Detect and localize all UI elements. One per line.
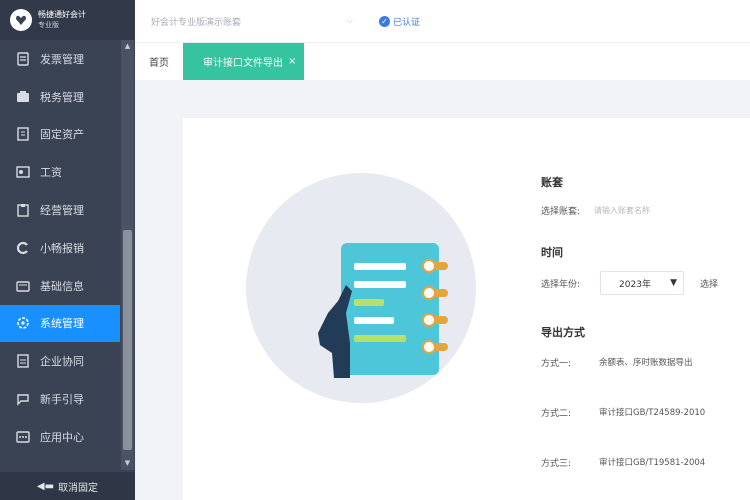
close-icon[interactable]: × [288,56,296,67]
sidebar-item-operation[interactable]: 经营管理 [0,191,120,229]
unpin-label: 取消固定 [58,482,99,494]
sidebar-item-label: 企业协同 [40,355,84,369]
sidebar-item-label: 工资 [40,166,62,180]
sidebar-item-salary[interactable]: 工资 [0,153,120,191]
sidebar-nav: 发票管理 税务管理 固定资产 工资 经营管理 小畅报销 基础信息 系统管理 企业… [0,40,120,456]
option-desc: 审计接口GB/T19581-2004 [599,458,706,468]
option-label: 方式二: [541,408,572,419]
sidebar-item-label: 新手引导 [40,393,84,407]
sidebar-item-label: 发票管理 [40,52,84,66]
sidebar-item-asset[interactable]: 固定资产 [0,116,120,154]
tab-bar: 首页 审计接口文件导出 × [135,42,750,80]
sidebar-item-label: 税务管理 [40,90,84,104]
invoice-icon [16,52,30,66]
salary-icon [16,165,30,179]
sidebar-scrollbar[interactable]: ▲ ▼ [121,40,134,470]
sidebar-item-system[interactable]: 系统管理 [0,304,120,343]
section-title-account-set: 账套 [541,176,563,189]
verified-badge[interactable]: ✓ 已认证 [379,15,420,28]
export-card: 账套 选择账套: 请输入账套名称 时间 选择年份: 2023年 ▼ 选择 导出方… [183,118,750,500]
sidebar-item-basic-info[interactable]: 基础信息 [0,267,120,305]
export-form: 账套 选择账套: 请输入账套名称 时间 选择年份: 2023年 ▼ 选择 导出方… [541,174,750,470]
year-row: 选择年份: 2023年 ▼ 选择 [541,270,750,296]
sidebar-item-label: 经营管理 [40,204,84,218]
tab-label: 首页 [149,58,169,69]
verified-label: 已认证 [393,17,421,28]
period-label: 选择 [700,279,719,290]
logo-bar[interactable]: 畅捷通好会计 专业版 [0,0,135,40]
tab-home[interactable]: 首页 [135,43,183,80]
account-set-value: 好会计专业版演示账套 [151,17,242,28]
option-label: 方式三: [541,458,572,469]
verified-icon: ✓ [379,15,390,27]
sidebar-item-label: 应用中心 [40,430,84,444]
operation-icon [16,203,30,217]
account-set-label: 选择账套: [541,206,581,217]
section-title-export-method: 导出方式 [541,326,585,339]
export-option-1[interactable]: 方式一: 余额表、序时账数据导出 [541,354,750,370]
notebook-illustration [246,173,476,403]
account-set-dropdown[interactable]: 好会计专业版演示账套 ⌵ [147,8,357,34]
account-set-row: 选择账套: 请输入账套名称 [541,202,750,218]
scrollbar-thumb[interactable] [123,230,132,450]
logo-icon [10,9,32,31]
asset-icon [16,127,30,142]
reimburse-icon [16,241,30,255]
sidebar: 畅捷通好会计 专业版 发票管理 税务管理 固定资产 工资 经营管理 小畅报销 基… [0,0,135,500]
guide-icon [16,392,30,406]
option-desc: 审计接口GB/T24589-2010 [599,408,706,418]
account-set-input[interactable]: 请输入账套名称 [594,205,650,216]
export-option-2[interactable]: 方式二: 审计接口GB/T24589-2010 [541,404,750,420]
year-label: 选择年份: [541,279,581,290]
year-value: 2023年 [619,279,651,290]
unpin-sidebar-button[interactable]: ◀▬ 取消固定 [0,472,135,500]
year-select[interactable]: 2023年 ▼ [600,271,685,295]
chevron-down-icon: ⌵ [346,16,353,26]
option-desc: 余额表、序时账数据导出 [599,358,693,368]
scroll-down-icon[interactable]: ▼ [123,459,132,468]
option-label: 方式一: [541,358,572,369]
sidebar-item-label: 基础信息 [40,279,84,293]
app-center-icon [16,430,30,444]
basic-info-icon [16,279,30,293]
sidebar-item-app-center[interactable]: 应用中心 [0,418,120,456]
arrow-left-icon: ◀▬ [36,480,55,492]
sidebar-item-label: 固定资产 [40,128,84,142]
collaboration-icon [16,354,30,368]
caret-down-icon: ▼ [670,278,678,288]
tab-audit-export[interactable]: 审计接口文件导出 × [183,43,305,80]
system-icon [16,316,30,330]
sidebar-item-label: 系统管理 [40,317,84,331]
logo-subtitle: 专业版 [38,21,59,29]
sidebar-item-invoice[interactable]: 发票管理 [0,40,120,78]
sidebar-item-collaboration[interactable]: 企业协同 [0,342,120,380]
top-bar: 好会计专业版演示账套 ⌵ ✓ 已认证 [135,0,750,42]
tab-label: 审计接口文件导出 [203,58,283,69]
tax-icon [16,90,30,104]
sidebar-item-tax[interactable]: 税务管理 [0,78,120,116]
scroll-up-icon[interactable]: ▲ [123,42,132,51]
sidebar-item-reimburse[interactable]: 小畅报销 [0,229,120,267]
sidebar-item-label: 小畅报销 [40,241,84,255]
logo-title: 畅捷通好会计 [38,10,86,19]
export-option-3[interactable]: 方式三: 审计接口GB/T19581-2004 [541,454,750,470]
logo-text: 畅捷通好会计 专业版 [38,9,86,31]
section-title-time: 时间 [541,246,563,259]
sidebar-item-guide[interactable]: 新手引导 [0,380,120,418]
